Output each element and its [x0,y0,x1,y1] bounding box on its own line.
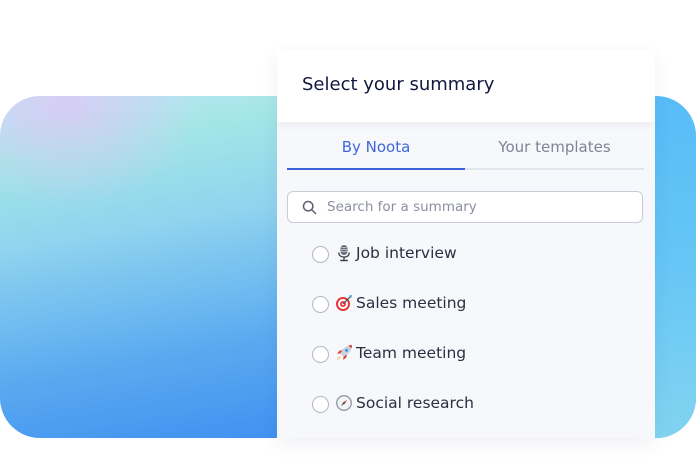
search-input[interactable] [327,192,627,222]
panel-title: Select your summary [302,74,495,95]
radio-button[interactable] [312,396,329,413]
target-icon [336,295,352,311]
radio-button[interactable] [312,346,329,363]
summary-tabs: By Noota Your templates [287,132,644,170]
option-job-interview[interactable]: Job interview [311,242,631,268]
option-sales-meeting[interactable]: Sales meeting [311,292,631,318]
option-label: Sales meeting [356,294,467,312]
option-label: Social research [356,394,474,412]
option-social-research[interactable]: Social research [311,392,631,418]
summary-selector-panel: Select your summary By Noota Your templa… [277,50,655,438]
option-label: Team meeting [356,344,467,362]
radio-button[interactable] [312,296,329,313]
option-team-meeting[interactable]: Team meeting [311,342,631,368]
panel-header: Select your summary [277,50,655,122]
tab-your-templates[interactable]: Your templates [465,132,644,168]
rocket-icon [337,345,352,360]
search-icon [302,200,317,215]
search-box[interactable] [287,191,643,223]
tab-by-noota[interactable]: By Noota [287,132,465,170]
compass-icon [336,395,352,411]
microphone-icon [338,245,350,262]
radio-button[interactable] [312,246,329,263]
option-label: Job interview [356,244,457,262]
